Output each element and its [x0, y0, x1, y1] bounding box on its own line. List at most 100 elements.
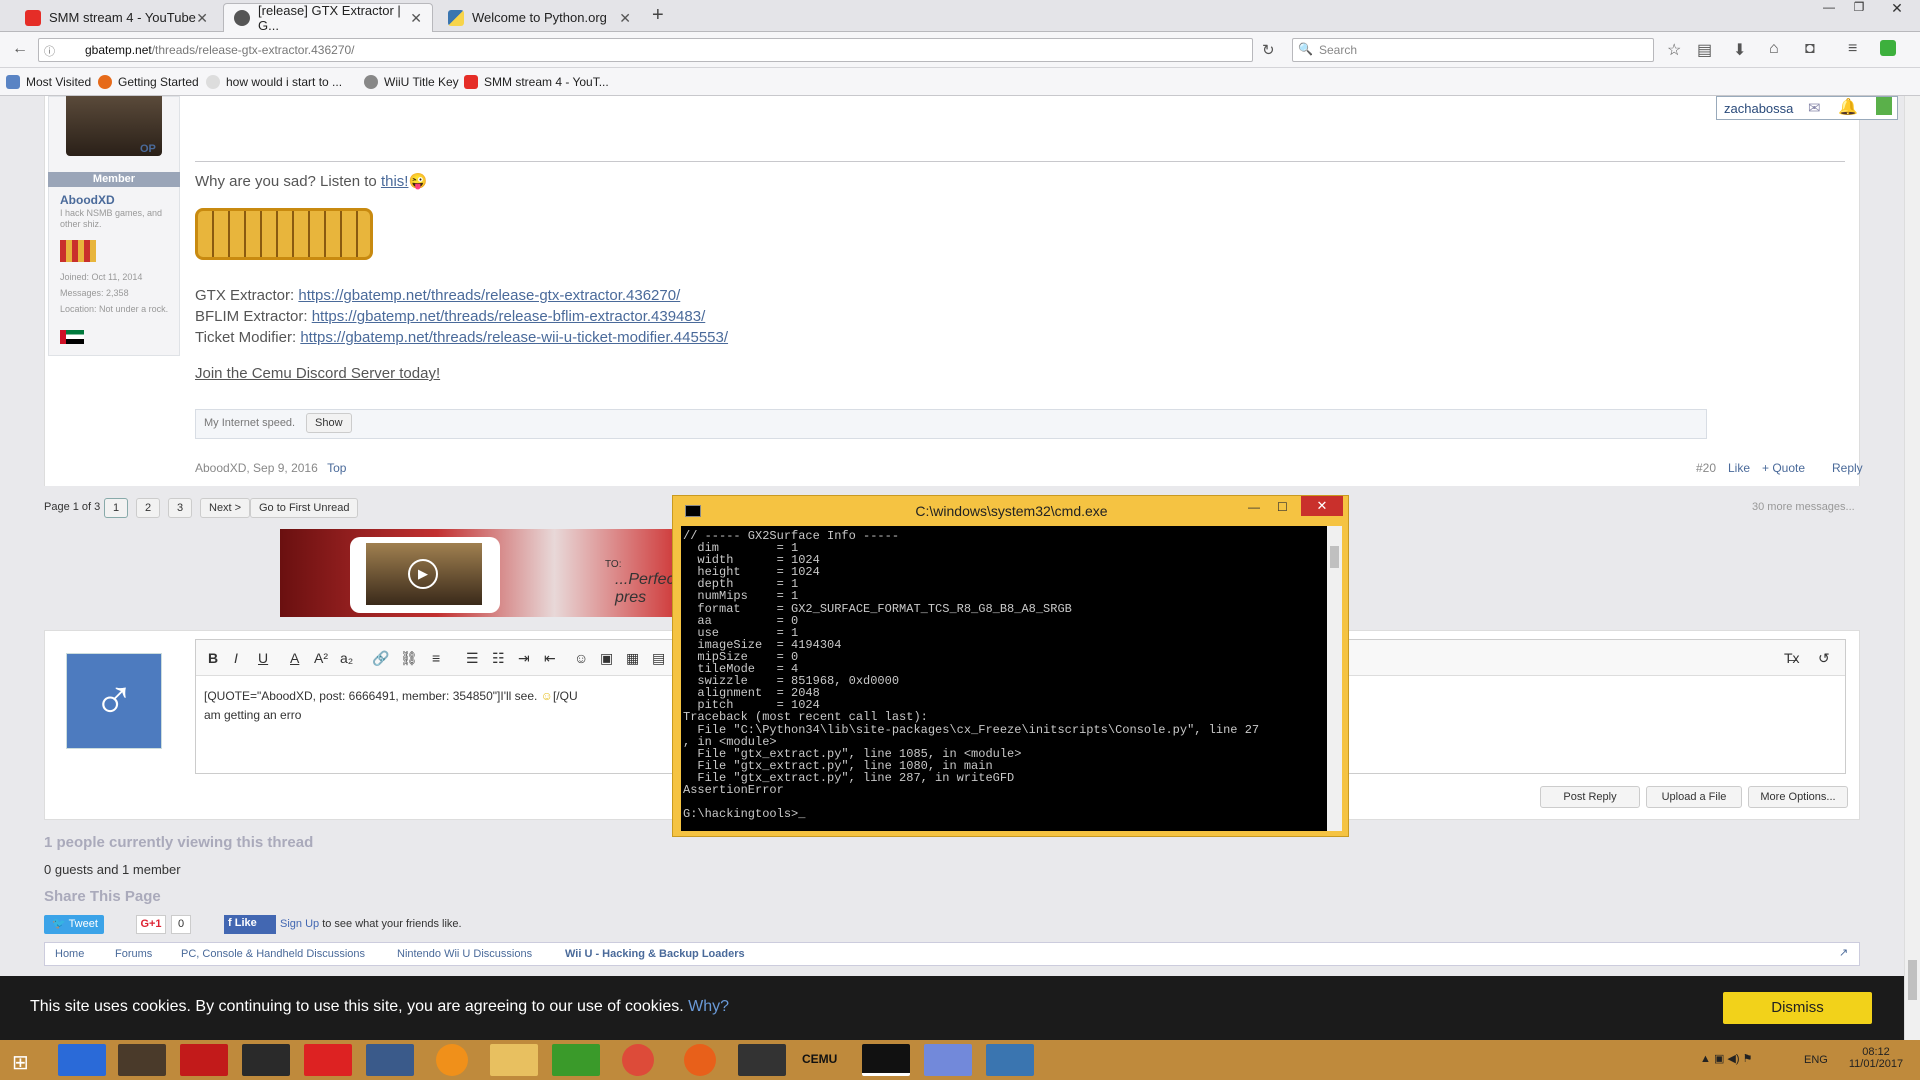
python-taskbar-icon[interactable]: [986, 1044, 1034, 1076]
text-color-button[interactable]: A: [290, 650, 299, 666]
quote-link[interactable]: + Quote: [1762, 461, 1805, 475]
cookie-why-link[interactable]: Why?: [688, 998, 729, 1015]
toggle-bbcode-button[interactable]: ↺: [1818, 650, 1830, 667]
font-family-button[interactable]: a₂: [340, 650, 353, 666]
cmd-scrollbar[interactable]: [1327, 526, 1342, 831]
cmd-taskbar-icon[interactable]: [862, 1044, 910, 1076]
bookmark-reddit[interactable]: how would i start to ...: [206, 75, 342, 89]
alerts-icon[interactable]: 🔔: [1838, 97, 1858, 117]
first-unread-button[interactable]: Go to First Unread: [250, 498, 359, 518]
more-messages-link[interactable]: 30 more messages...: [1752, 501, 1855, 513]
reply-link[interactable]: Reply: [1832, 461, 1863, 475]
filezilla-icon[interactable]: [180, 1044, 228, 1076]
page-3-button[interactable]: 3: [168, 498, 193, 518]
cmd-maximize-icon[interactable]: ☐: [1277, 500, 1288, 514]
dismiss-button[interactable]: Dismiss: [1723, 992, 1872, 1024]
insert-button[interactable]: ▤: [652, 650, 665, 667]
tab-gbatemp[interactable]: [release] GTX Extractor | G... ✕: [223, 3, 433, 33]
bookmark-star-icon[interactable]: ☆: [1667, 40, 1681, 60]
tweet-button[interactable]: 🐦 Tweet: [44, 915, 104, 934]
cmd-scrollbar-thumb[interactable]: [1330, 546, 1339, 568]
crumb-home[interactable]: Home: [55, 948, 84, 960]
gplus-button[interactable]: G+1: [136, 915, 166, 934]
bookmark-getting-started[interactable]: Getting Started: [98, 75, 199, 89]
italic-button[interactable]: I: [234, 650, 238, 666]
media-button[interactable]: ▦: [626, 650, 639, 667]
tab-python[interactable]: Welcome to Python.org ✕: [437, 3, 642, 32]
app-icon[interactable]: [366, 1044, 414, 1076]
font-size-button[interactable]: A²: [314, 650, 328, 666]
author-name[interactable]: AboodXD: [60, 193, 115, 207]
username-link[interactable]: zachabossa: [1724, 101, 1793, 116]
numbered-list-button[interactable]: ☷: [492, 650, 505, 667]
ad-banner[interactable]: ▶ TO: ...Perfect pres: [280, 529, 679, 617]
post-reply-button[interactable]: Post Reply: [1540, 786, 1640, 808]
bullet-list-button[interactable]: ☰: [466, 650, 479, 667]
close-window-icon[interactable]: ✕: [1874, 0, 1920, 20]
close-tab-icon[interactable]: ✕: [196, 10, 208, 27]
clock[interactable]: 08:12 11/01/2017: [1846, 1046, 1906, 1070]
bookmark-wiiu-title-key[interactable]: WiiU Title Key: [364, 75, 459, 89]
play-icon[interactable]: ▶: [408, 559, 438, 589]
close-tab-icon[interactable]: ✕: [619, 10, 631, 27]
app-icon[interactable]: [738, 1044, 786, 1076]
menu-icon[interactable]: ≡: [1848, 40, 1857, 58]
chrome-icon[interactable]: [622, 1044, 654, 1076]
bold-button[interactable]: B: [208, 650, 218, 666]
downloads-icon[interactable]: ⬇: [1733, 40, 1746, 60]
new-tab-button[interactable]: +: [652, 4, 664, 27]
page-1-button[interactable]: 1: [104, 498, 129, 518]
underline-button[interactable]: U: [258, 650, 268, 666]
app-icon[interactable]: [118, 1044, 166, 1076]
next-page-button[interactable]: Next >: [200, 498, 251, 518]
page-2-button[interactable]: 2: [136, 498, 161, 518]
bookmark-smm-stream[interactable]: SMM stream 4 - YouT...: [464, 75, 609, 89]
add-icon[interactable]: [1876, 97, 1892, 115]
inbox-icon[interactable]: ✉: [1808, 99, 1821, 117]
like-link[interactable]: Like: [1728, 461, 1750, 475]
crumb-hacking[interactable]: Wii U - Hacking & Backup Loaders: [565, 948, 745, 960]
ie-icon[interactable]: [58, 1044, 106, 1076]
unity-icon[interactable]: [242, 1044, 290, 1076]
url-bar[interactable]: gbatemp.net/threads/release-gtx-extracto…: [38, 38, 1253, 62]
utorrent-icon[interactable]: [552, 1044, 600, 1076]
cmd-minimize-icon[interactable]: —: [1248, 500, 1260, 514]
windows-start-icon[interactable]: ⊞: [12, 1050, 29, 1075]
jump-icon[interactable]: ↗: [1839, 946, 1848, 959]
bitcoin-icon[interactable]: [436, 1044, 468, 1076]
unlink-button[interactable]: ⛓: [400, 650, 418, 667]
tab-youtube[interactable]: SMM stream 4 - YouTube ✕: [14, 3, 219, 32]
reload-icon[interactable]: ↻: [1262, 41, 1275, 59]
cmd-close-icon[interactable]: ✕: [1301, 496, 1343, 516]
app-icon[interactable]: [304, 1044, 352, 1076]
language-indicator[interactable]: ENG: [1804, 1054, 1828, 1066]
crumb-forums[interactable]: Forums: [115, 948, 152, 960]
search-input[interactable]: Search: [1292, 38, 1654, 62]
tray-icons[interactable]: ▲ ▣ ◀) ⚑: [1700, 1052, 1752, 1065]
sig-link[interactable]: this!: [381, 173, 409, 190]
pocket-icon[interactable]: ◘: [1805, 40, 1815, 58]
bookmark-most-visited[interactable]: Most Visited: [6, 75, 91, 89]
bookmarks-list-icon[interactable]: ▤: [1697, 40, 1712, 60]
crumb-wiiu-discussions[interactable]: Nintendo Wii U Discussions: [397, 948, 532, 960]
outdent-button[interactable]: ⇤: [544, 650, 556, 667]
back-icon[interactable]: ←: [12, 40, 28, 58]
smilie-button[interactable]: ☺: [574, 650, 588, 666]
cemu-icon[interactable]: CEMU: [802, 1052, 837, 1066]
post-number[interactable]: #20: [1696, 461, 1716, 475]
upload-file-button[interactable]: Upload a File: [1646, 786, 1742, 808]
close-tab-icon[interactable]: ✕: [410, 10, 422, 27]
extension-icon[interactable]: [1880, 40, 1896, 56]
discord-icon[interactable]: [924, 1044, 972, 1076]
remove-format-button[interactable]: T̶x: [1784, 650, 1800, 666]
firefox-icon[interactable]: [684, 1044, 716, 1076]
page-scrollbar[interactable]: [1904, 96, 1920, 1040]
indent-button[interactable]: ⇥: [518, 650, 530, 667]
cmd-output[interactable]: // ----- GX2Surface Info ----- dim = 1 w…: [681, 526, 1335, 831]
file-explorer-icon[interactable]: [490, 1044, 538, 1076]
image-button[interactable]: ▣: [600, 650, 613, 667]
home-icon[interactable]: ⌂: [1769, 40, 1779, 58]
fb-like-button[interactable]: f Like: [224, 915, 276, 934]
info-icon[interactable]: ⓘ: [44, 43, 55, 59]
scrollbar-thumb[interactable]: [1908, 960, 1917, 1000]
